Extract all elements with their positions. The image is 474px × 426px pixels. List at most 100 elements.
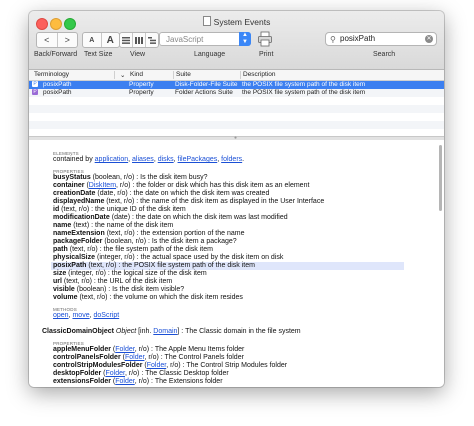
property-line: modificationDate (date) : the date on wh…: [53, 214, 288, 221]
empty-row: [29, 121, 444, 129]
contained-by-link[interactable]: filePackages: [178, 156, 218, 163]
property-line: posixPath (text, r/o) : the POSIX file s…: [53, 262, 255, 269]
property-type[interactable]: Folder: [106, 370, 125, 377]
print-icon[interactable]: [258, 31, 272, 47]
property-description: the name of the disk item: [95, 222, 174, 229]
contained-by-line: contained by application, aliases, disks…: [53, 156, 245, 163]
results-table: P posixPath Property Disk-Folder-File Su…: [29, 81, 444, 136]
property-type: text: [81, 294, 94, 301]
contained-by-link[interactable]: application: [95, 156, 128, 163]
column-divider: [114, 71, 115, 79]
property-name: size: [53, 270, 67, 277]
text-larger-button[interactable]: A: [102, 33, 120, 47]
property-type[interactable]: Folder: [115, 346, 134, 353]
back-button[interactable]: <: [37, 33, 58, 47]
property-access: r/o: [128, 370, 138, 377]
property-access: r/o: [119, 182, 129, 189]
property-access: r/o: [117, 190, 126, 197]
toolbar: System Events < > A A JavaScript ▲ ▼ ⚲ po…: [29, 11, 444, 70]
method-link[interactable]: doScript: [93, 312, 119, 319]
property-line: displayedName (text, r/o) : the name of …: [53, 198, 325, 205]
property-line: path (text, r/o) : the file system path …: [53, 246, 213, 253]
text-size-label: Text Size: [84, 51, 113, 58]
property-icon: P: [32, 81, 38, 87]
class-description: ] : The Classic domain in the file syste…: [177, 328, 301, 335]
property-description: the logical size of the disk item: [111, 270, 207, 277]
method-link[interactable]: open: [53, 312, 69, 319]
property-name: posixPath: [53, 262, 87, 269]
column-terminology[interactable]: Terminology: [34, 71, 69, 78]
property-name: displayedName: [53, 198, 105, 205]
contained-by-link[interactable]: disks: [158, 156, 174, 163]
property-access: r/o: [123, 198, 132, 205]
property-type: boolean: [106, 238, 132, 245]
property-type: text: [66, 278, 78, 285]
class-header: ClassicDomainObject Object [inh. Domain]…: [42, 328, 301, 336]
property-type[interactable]: Folder: [147, 362, 166, 369]
property-name: packageFolder: [53, 238, 103, 245]
property-line: extensionsFolder (Folder, r/o) : The Ext…: [53, 378, 223, 385]
property-description: the unique ID of the disk item: [95, 206, 186, 213]
sort-chevron-icon: ⌄: [120, 72, 126, 79]
property-name: id: [53, 206, 60, 213]
property-access: r/o: [170, 362, 179, 369]
columns-view-icon: [135, 36, 143, 44]
property-description: the file system path of the disk item: [103, 246, 213, 253]
property-line: packageFolder (boolean, r/o) : Is the di…: [53, 238, 237, 245]
text-smaller-button[interactable]: A: [83, 33, 102, 47]
property-type[interactable]: Folder: [125, 354, 144, 361]
view-hierarchy-button[interactable]: [146, 33, 158, 47]
contained-by-link[interactable]: aliases: [132, 156, 154, 163]
property-access: r/o: [95, 270, 104, 277]
document-icon: [202, 16, 211, 26]
property-access: r/o: [87, 246, 96, 253]
language-label: Language: [194, 51, 226, 58]
property-type: text: [63, 206, 75, 213]
property-name: visible: [53, 286, 75, 293]
dictionary-content: ELEMENTS contained by application, aliase…: [29, 140, 444, 387]
property-access: r/o: [138, 378, 147, 385]
property-name: controlStripModulesFolder: [53, 362, 143, 369]
window-title-text: System Events: [213, 17, 271, 27]
property-type: boolean: [95, 174, 120, 181]
column-description[interactable]: Description: [243, 71, 276, 78]
property-access: r/o: [96, 294, 106, 301]
search-label: Search: [373, 51, 396, 58]
property-description: the folder or disk which has this disk i…: [136, 182, 310, 189]
property-name: modificationDate: [53, 214, 110, 221]
clear-search-icon[interactable]: ✕: [425, 35, 433, 43]
language-popup[interactable]: JavaScript ▲ ▼: [159, 32, 251, 46]
table-row[interactable]: P posixPath Property Folder Actions Suit…: [29, 89, 444, 97]
view-label: View: [130, 51, 146, 58]
property-description: the URL of the disk item: [97, 278, 173, 285]
table-row[interactable]: P posixPath Property Disk-Folder-File Su…: [29, 81, 444, 89]
column-divider: [240, 71, 241, 79]
method-link[interactable]: move: [72, 312, 89, 319]
methods-line: open, move, doScript: [53, 312, 120, 319]
property-name: extensionsFolder: [53, 378, 111, 385]
vertical-scrollbar[interactable]: [439, 145, 442, 211]
class-inherits-link[interactable]: Domain: [153, 328, 177, 335]
contained-by-link[interactable]: folders: [221, 156, 242, 163]
property-type[interactable]: Folder: [115, 378, 134, 385]
row-suite: Folder Actions Suite: [175, 89, 233, 96]
property-name: physicalSize: [53, 254, 96, 261]
property-type[interactable]: DiskItem: [89, 182, 116, 189]
property-description: the volume on which the disk item reside…: [113, 294, 243, 301]
property-name: container: [53, 182, 85, 189]
forward-button[interactable]: >: [58, 33, 78, 47]
view-list-button[interactable]: [120, 33, 133, 47]
row-description: the POSIX file system path of the disk i…: [242, 89, 366, 96]
column-divider: [173, 71, 174, 79]
search-field[interactable]: ⚲ posixPath ✕: [325, 32, 437, 46]
column-kind[interactable]: Kind: [130, 71, 143, 78]
property-line: busyStatus (boolean, r/o) : Is the disk …: [53, 174, 208, 181]
row-terminology: posixPath: [43, 81, 72, 88]
property-description: the name of the disk item as displayed i…: [140, 198, 325, 205]
view-columns-button[interactable]: [133, 33, 146, 47]
property-access: r/o: [138, 346, 147, 353]
property-line: nameExtension (text, r/o) : the extensio…: [53, 230, 245, 237]
back-forward-control: < >: [36, 32, 78, 48]
property-description: The Extensions folder: [154, 378, 223, 385]
column-suite[interactable]: Suite: [176, 71, 191, 78]
